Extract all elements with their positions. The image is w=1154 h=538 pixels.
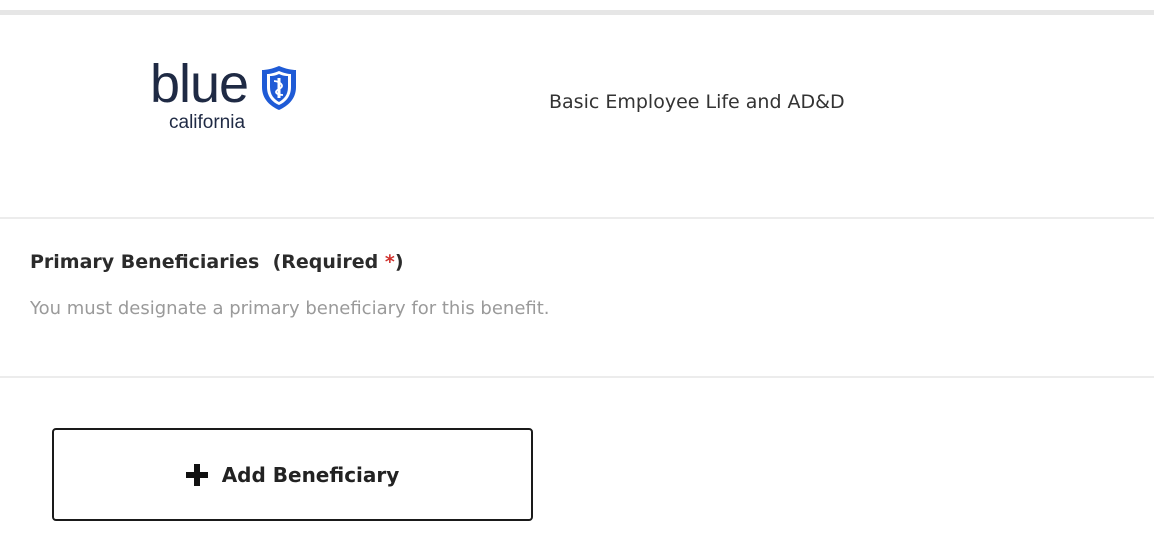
add-beneficiary-button[interactable]: Add Beneficiary <box>52 428 533 521</box>
required-label-close: ) <box>394 251 404 273</box>
blue-shield-icon <box>262 66 296 110</box>
page: blue california Basic Employee Life and … <box>0 0 1154 538</box>
logo-subtitle: california <box>169 112 246 133</box>
required-label: (Required <box>272 251 385 273</box>
logo-wordmark: blue <box>150 54 249 114</box>
section-divider <box>0 376 1154 378</box>
plus-icon <box>185 463 208 486</box>
add-beneficiary-label: Add Beneficiary <box>221 462 400 487</box>
primary-beneficiaries-heading: Primary Beneficiaries (Required *) <box>30 250 404 274</box>
beneficiary-help-text: You must designate a primary beneficiary… <box>30 298 550 319</box>
plan-card: blue california Basic Employee Life and … <box>0 15 1154 217</box>
section-divider <box>0 217 1154 219</box>
plan-name: Basic Employee Life and AD&D <box>549 91 845 113</box>
required-asterisk: * <box>384 251 395 273</box>
heading-text: Primary Beneficiaries <box>30 251 260 273</box>
blue-california-logo: blue california <box>150 57 350 155</box>
